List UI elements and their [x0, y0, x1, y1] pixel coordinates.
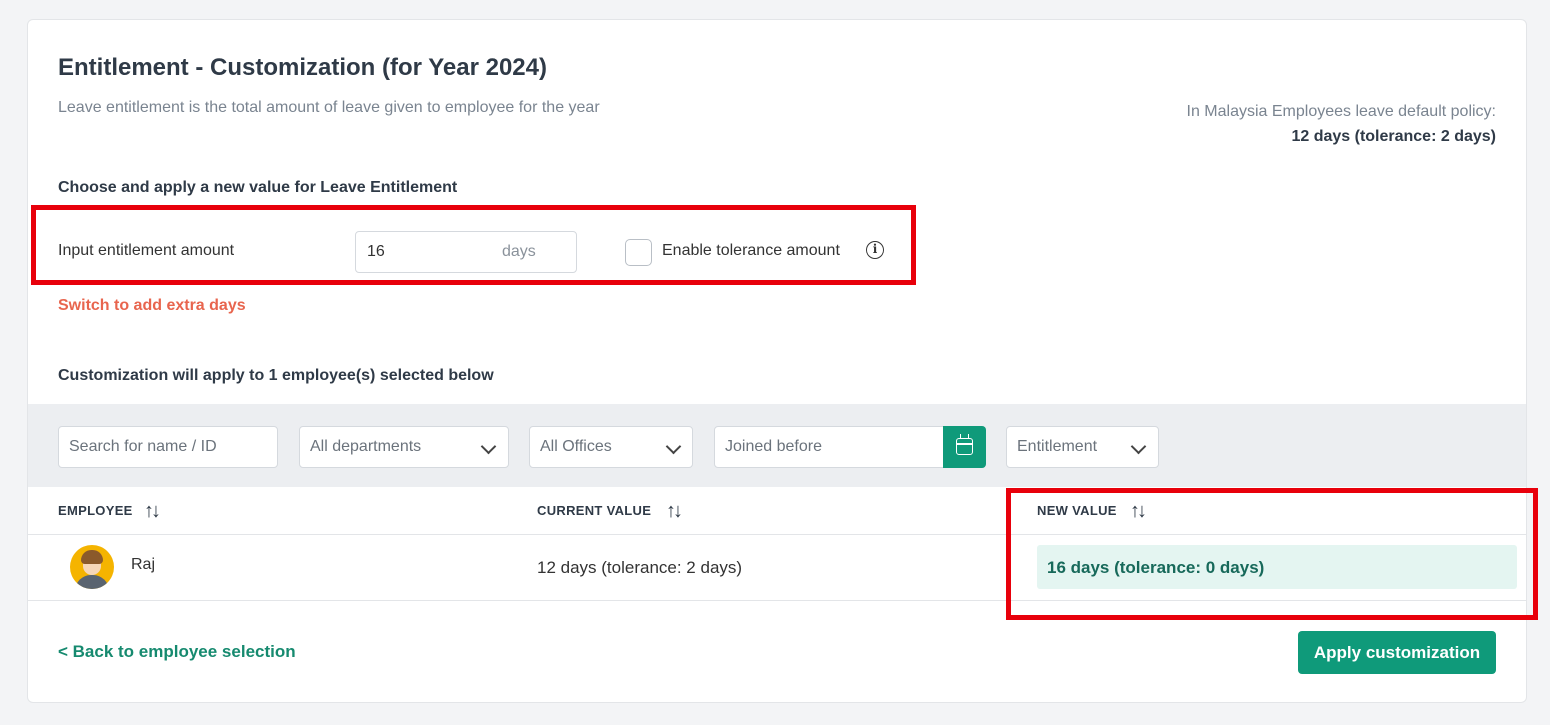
new-value-cell: 16 days (tolerance: 0 days) [1037, 545, 1517, 589]
current-value: 12 days (tolerance: 2 days) [537, 558, 743, 577]
column-new-value[interactable]: NEW VALUE [1037, 503, 1117, 518]
apply-customization-button[interactable]: Apply customization [1298, 631, 1496, 674]
column-current-value[interactable]: CURRENT VALUE [537, 503, 651, 518]
calendar-icon [956, 434, 973, 455]
switch-extra-days-link[interactable]: Switch to add extra days [58, 297, 246, 315]
tolerance-checkbox[interactable] [625, 239, 652, 266]
joined-before-input[interactable]: Joined before [714, 426, 986, 468]
office-select[interactable]: All Offices [529, 426, 693, 468]
info-icon[interactable]: i [866, 241, 884, 259]
section-label: Choose and apply a new value for Leave E… [58, 179, 458, 196]
column-employee[interactable]: EMPLOYEE [58, 503, 133, 518]
entitlement-input-label: Input entitlement amount [58, 242, 235, 259]
chevron-down-icon [1130, 438, 1147, 455]
apply-summary: Customization will apply to 1 employee(s… [58, 367, 494, 384]
entitlement-input-row: Input entitlement amount 16 days Enable … [58, 231, 918, 273]
table-row: Raj 12 days (tolerance: 2 days) 16 days … [28, 535, 1526, 601]
amount-unit: days [502, 243, 536, 260]
sort-icon[interactable]: ↑↓ [666, 500, 683, 523]
department-select[interactable]: All departments [299, 426, 509, 468]
amount-value: 16 [367, 243, 385, 260]
page-subtitle: Leave entitlement is the total amount of… [58, 99, 600, 116]
type-select[interactable]: Entitlement [1006, 426, 1159, 468]
page-title: Entitlement - Customization (for Year 20… [58, 54, 547, 81]
entitlement-customization-card: Entitlement - Customization (for Year 20… [27, 19, 1527, 703]
office-value: All Offices [540, 438, 612, 455]
table-header: EMPLOYEE ↑↓ CURRENT VALUE ↑↓ NEW VALUE ↑… [28, 488, 1526, 535]
filter-bar: Search for name / ID All departments All… [28, 404, 1526, 487]
calendar-button[interactable] [943, 426, 986, 468]
department-value: All departments [310, 438, 422, 455]
new-value: 16 days (tolerance: 0 days) [1047, 558, 1265, 577]
joined-placeholder: Joined before [725, 438, 822, 455]
entitlement-amount-input[interactable]: 16 days [355, 231, 577, 273]
policy-value: 12 days (tolerance: 2 days) [1291, 128, 1496, 145]
chevron-down-icon [480, 438, 497, 455]
back-to-selection-link[interactable]: < Back to employee selection [58, 642, 296, 662]
chevron-down-icon [665, 438, 682, 455]
policy-label: In Malaysia Employees leave default poli… [1186, 103, 1497, 120]
default-policy: In Malaysia Employees leave default poli… [1187, 99, 1497, 149]
type-value: Entitlement [1017, 438, 1098, 455]
employee-name: Raj [131, 556, 156, 573]
sort-icon[interactable]: ↑↓ [144, 500, 161, 523]
avatar [70, 545, 114, 589]
tolerance-label[interactable]: Enable tolerance amount [662, 242, 840, 260]
sort-icon[interactable]: ↑↓ [1130, 500, 1147, 523]
search-placeholder: Search for name / ID [69, 438, 217, 455]
search-input[interactable]: Search for name / ID [58, 426, 278, 468]
